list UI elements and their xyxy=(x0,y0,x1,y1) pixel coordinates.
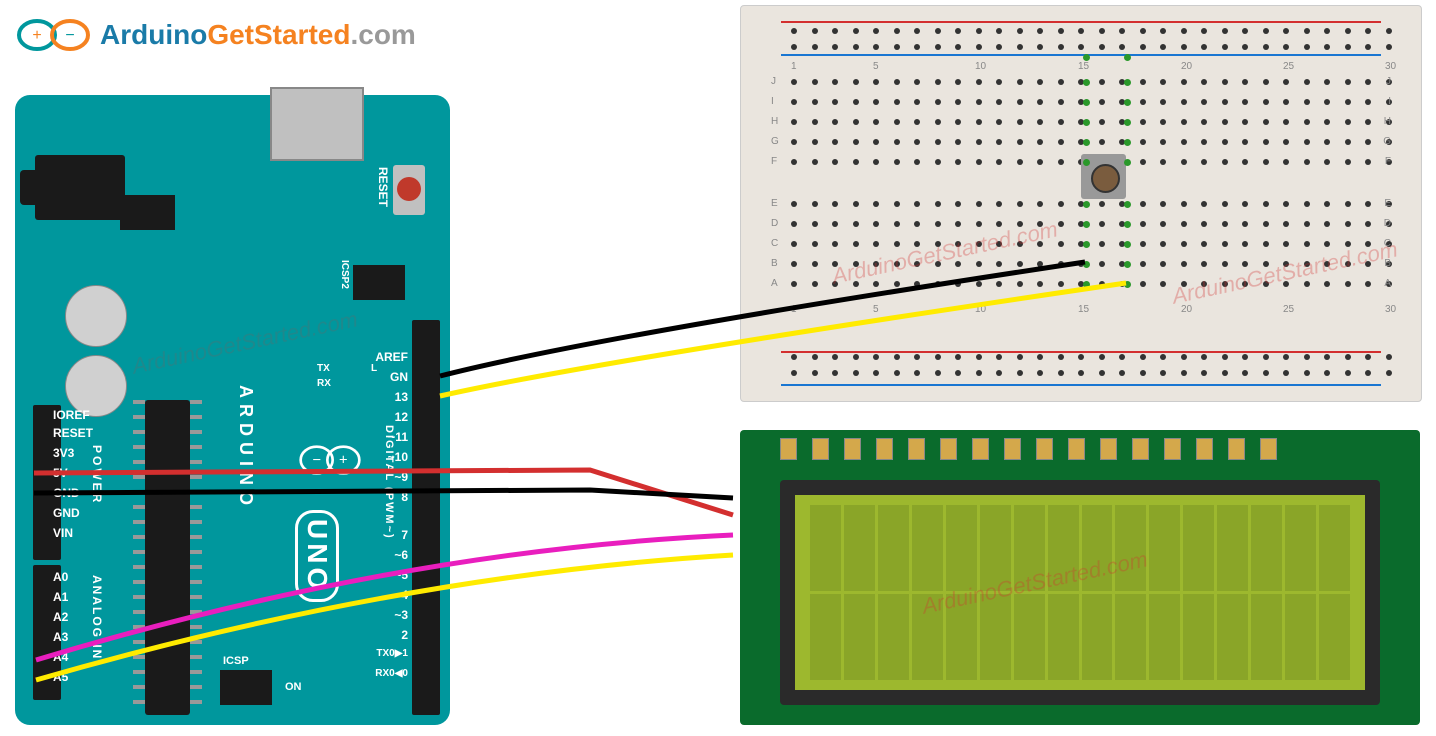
logo-icon: +− xyxy=(15,10,95,60)
pin-d2: 2 xyxy=(401,628,408,642)
pin-tx0: TX0▶1 xyxy=(376,648,408,659)
logo-text: ArduinoGetStarted.com xyxy=(100,19,416,51)
small-chip xyxy=(120,195,175,230)
pin-a3: A3 xyxy=(53,630,68,644)
icsp2-header xyxy=(353,265,405,300)
reset-button[interactable] xyxy=(393,165,425,215)
pin-a4: A4 xyxy=(53,650,68,664)
pin-d8: 8 xyxy=(401,490,408,504)
lcd-i2c-module xyxy=(740,430,1420,725)
pin-d7: 7 xyxy=(401,528,408,542)
breadboard-holes: JJIIHHGGFFEEDDCCBBAA11551010151520202525… xyxy=(741,6,1421,401)
reset-label: RESET xyxy=(376,167,390,207)
breadboard: JJIIHHGGFFEEDDCCBBAA11551010151520202525… xyxy=(740,5,1422,402)
rx-led-label: RX xyxy=(317,378,331,389)
icsp-header xyxy=(220,670,272,705)
pin-ioref: IOREF xyxy=(53,408,90,422)
pin-d3: ~3 xyxy=(394,608,408,622)
board-variant: UNO xyxy=(295,510,339,602)
analog-section-label: ANALOG IN xyxy=(90,575,104,660)
pin-d6: ~6 xyxy=(394,548,408,562)
arduino-uno-board: RESET ICSP2 ICSP ON IOREF RESET 3V3 5V G… xyxy=(15,95,450,725)
site-logo: +− ArduinoGetStarted.com xyxy=(15,10,416,60)
pin-gnd-d: GN xyxy=(390,370,408,384)
barrel-jack xyxy=(35,155,125,220)
atmega-chip xyxy=(145,400,190,715)
lcd-char-grid xyxy=(810,505,1350,680)
digital-section-label: DIGITAL (PWM~) xyxy=(383,425,395,540)
pin-reset: RESET xyxy=(53,426,93,440)
pin-a0: A0 xyxy=(53,570,68,584)
pin-gnd: GND xyxy=(53,506,80,520)
pin-gnd: GND xyxy=(53,486,80,500)
arduino-logo-icon: −+ xyxy=(295,440,365,480)
on-led-label: ON xyxy=(285,681,302,693)
pin-3v3: 3V3 xyxy=(53,446,74,460)
icsp2-label: ICSP2 xyxy=(339,260,350,289)
pin-a5: A5 xyxy=(53,670,68,684)
capacitor xyxy=(65,285,127,347)
svg-text:−: − xyxy=(65,27,74,44)
pin-vin: VIN xyxy=(53,526,73,540)
svg-text:+: + xyxy=(339,453,348,469)
pin-d9: ~9 xyxy=(394,470,408,484)
lcd-pin-row xyxy=(780,438,1277,460)
pin-d12: 12 xyxy=(395,410,408,424)
pin-d13: 13 xyxy=(395,390,408,404)
lcd-screen xyxy=(795,495,1365,690)
pin-aref: AREF xyxy=(375,350,408,364)
board-name: ARDUINO xyxy=(235,385,256,511)
l-led-label: L xyxy=(371,363,377,374)
pin-a1: A1 xyxy=(53,590,68,604)
power-section-label: POWER xyxy=(90,445,104,505)
pin-5v: 5V xyxy=(53,466,68,480)
svg-text:+: + xyxy=(32,27,41,44)
tx-led-label: TX xyxy=(317,363,330,374)
icsp-label: ICSP xyxy=(223,655,249,667)
svg-text:−: − xyxy=(312,453,321,469)
lcd-bezel xyxy=(780,480,1380,705)
pin-d4: 4 xyxy=(401,588,408,602)
usb-port xyxy=(270,87,364,161)
digital-header xyxy=(412,320,440,715)
pin-d5: ~5 xyxy=(394,568,408,582)
pin-a2: A2 xyxy=(53,610,68,624)
pin-rx0: RX0◀0 xyxy=(375,668,408,679)
